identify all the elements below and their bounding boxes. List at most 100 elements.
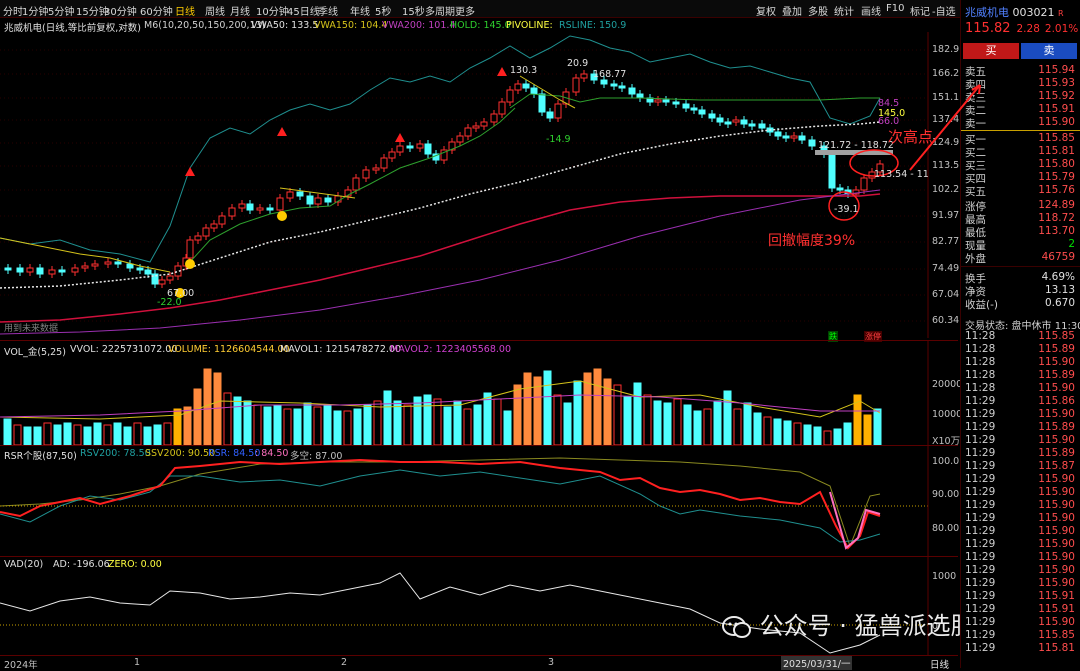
candle[interactable] — [522, 80, 530, 92]
period-tab-2[interactable]: 5分钟 — [48, 3, 74, 18]
volume-panel[interactable]: VOL_金(5,25) VVOL: 2225731072.00 VOLUME: … — [0, 340, 962, 447]
candle[interactable] — [104, 258, 112, 268]
candle[interactable] — [514, 80, 522, 94]
candle[interactable] — [798, 132, 806, 144]
candle[interactable] — [440, 146, 448, 164]
candle[interactable] — [126, 260, 134, 272]
candle[interactable] — [716, 114, 724, 126]
period-label[interactable]: 日线 — [930, 657, 949, 671]
candle[interactable] — [416, 140, 424, 152]
candle[interactable] — [71, 264, 79, 276]
candle[interactable] — [554, 100, 562, 122]
candle[interactable] — [628, 84, 636, 98]
tool-button-0[interactable]: 复权 — [756, 3, 776, 18]
candle[interactable] — [506, 86, 514, 106]
candle[interactable] — [572, 74, 580, 96]
buy-row[interactable]: 买五 115.76 — [965, 184, 1079, 198]
candle[interactable] — [151, 270, 159, 288]
candle[interactable] — [246, 200, 254, 214]
candle[interactable] — [266, 204, 274, 214]
candle[interactable] — [58, 266, 66, 276]
candle[interactable] — [296, 188, 304, 200]
candle[interactable] — [448, 138, 456, 154]
candle[interactable] — [790, 132, 798, 142]
sell-button[interactable]: 卖 — [1021, 43, 1077, 59]
period-tab-6[interactable]: 日线 — [175, 3, 195, 18]
candle[interactable] — [324, 194, 332, 206]
candle[interactable] — [424, 140, 432, 158]
tool-button-1[interactable]: 叠加 — [782, 3, 802, 18]
candle[interactable] — [646, 94, 654, 106]
candle[interactable] — [732, 116, 740, 126]
candle[interactable] — [456, 132, 464, 146]
period-tab-9[interactable]: 10分钟 — [256, 3, 289, 18]
candle[interactable] — [48, 266, 56, 278]
candle[interactable] — [334, 192, 342, 206]
tool-button-5[interactable]: F10 — [886, 3, 904, 14]
candle[interactable] — [698, 106, 706, 118]
candle[interactable] — [372, 164, 380, 174]
candle[interactable] — [388, 148, 396, 162]
period-tab-1[interactable]: 1分钟 — [22, 3, 48, 18]
candle[interactable] — [256, 204, 264, 214]
period-tab-12[interactable]: 年线 — [350, 3, 370, 18]
candle[interactable] — [158, 276, 166, 288]
candle[interactable] — [498, 98, 506, 118]
candle[interactable] — [748, 120, 756, 130]
candle[interactable] — [708, 110, 716, 122]
candle[interactable] — [81, 262, 89, 272]
period-tab-10[interactable]: 45日线 — [287, 3, 320, 18]
candle[interactable] — [186, 236, 194, 262]
period-tab-4[interactable]: 30分钟 — [104, 3, 137, 18]
candle[interactable] — [26, 264, 34, 276]
candle[interactable] — [210, 220, 218, 232]
candle[interactable] — [490, 110, 498, 126]
period-tab-14[interactable]: 15秒 — [402, 3, 425, 18]
candle[interactable] — [828, 150, 836, 192]
candle[interactable] — [538, 90, 546, 116]
candle[interactable] — [682, 100, 690, 112]
period-tab-5[interactable]: 60分钟 — [140, 3, 173, 18]
candle[interactable] — [618, 82, 626, 92]
candle[interactable] — [724, 118, 732, 128]
candle[interactable] — [36, 264, 44, 278]
candle[interactable] — [218, 212, 226, 228]
candle[interactable] — [690, 104, 698, 114]
candle[interactable] — [276, 194, 284, 214]
candle[interactable] — [808, 136, 816, 150]
candle[interactable] — [238, 200, 246, 212]
candle[interactable] — [228, 204, 236, 220]
candle[interactable] — [380, 154, 388, 172]
period-tab-16[interactable]: 更多 — [455, 3, 475, 18]
candle[interactable] — [860, 174, 868, 194]
period-tab-11[interactable]: 季线 — [318, 3, 338, 18]
tool-button-7[interactable]: -自选 — [932, 3, 956, 18]
candle[interactable] — [636, 90, 644, 102]
candle[interactable] — [344, 186, 352, 200]
tool-button-3[interactable]: 统计 — [834, 3, 854, 18]
candle[interactable] — [396, 142, 404, 156]
candle[interactable] — [610, 80, 618, 90]
candle[interactable] — [362, 166, 370, 182]
buy-button[interactable]: 买 — [963, 43, 1019, 59]
candle[interactable] — [740, 116, 748, 128]
period-tab-15[interactable]: 多周期 — [425, 3, 455, 18]
stock-name[interactable]: 兆威机电 003021 R — [965, 4, 1064, 20]
candle[interactable] — [306, 192, 314, 208]
tool-button-2[interactable]: 多股 — [808, 3, 828, 18]
candle[interactable] — [202, 224, 210, 240]
candle[interactable] — [758, 120, 766, 132]
candle[interactable] — [782, 132, 790, 142]
candlestick-chart[interactable]: 兆威机电(日线,等比前复权,对数) M6(10,20,50,150,200,13… — [0, 18, 959, 342]
candle[interactable] — [432, 150, 440, 164]
period-tab-7[interactable]: 周线 — [205, 3, 225, 18]
candle[interactable] — [16, 264, 24, 276]
period-tab-8[interactable]: 月线 — [230, 3, 250, 18]
candle[interactable] — [4, 264, 12, 274]
candle[interactable] — [480, 118, 488, 130]
candle[interactable] — [314, 194, 322, 208]
candle[interactable] — [580, 70, 588, 82]
rsr-panel[interactable]: RSR个股(87,50) RSV200: 78.50 SSV200: 90.50… — [0, 445, 959, 556]
candle[interactable] — [472, 122, 480, 132]
tool-button-4[interactable]: 画线 — [861, 3, 881, 18]
